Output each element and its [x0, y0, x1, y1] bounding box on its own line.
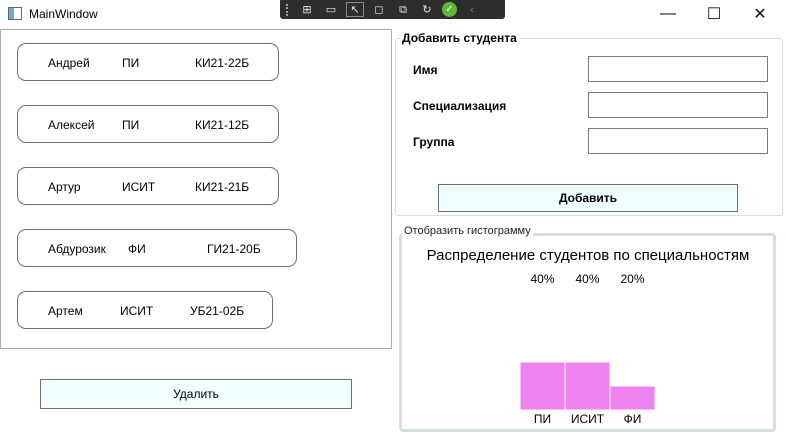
- maximize-button[interactable]: ☐: [691, 0, 737, 28]
- delete-button[interactable]: Удалить: [40, 379, 352, 409]
- debug-toolbar: ⊞ ▭ ↖ ◻ ⧉ ↻ ✓ ‹: [280, 0, 505, 19]
- track-focus-icon[interactable]: ⧉: [394, 2, 412, 17]
- student-item-andrey[interactable]: Андрей ПИ КИ21-22Б: [17, 43, 279, 81]
- student-specialization: ФИ: [128, 242, 146, 256]
- student-name: Абдурозик: [48, 242, 106, 256]
- student-group: УБ21-02Б: [190, 304, 245, 318]
- student-specialization: ПИ: [122, 56, 140, 70]
- student-group: ГИ21-20Б: [207, 242, 261, 256]
- data-label-1: 40%: [575, 272, 599, 286]
- student-specialization: ИСИТ: [122, 180, 156, 194]
- student-specialization: ПИ: [122, 118, 140, 132]
- add-student-title: Добавить студента: [400, 31, 519, 45]
- bar-2: [609, 385, 656, 411]
- x-tick-label-pi: ПИ: [533, 412, 552, 426]
- name-label: Имя: [413, 63, 438, 77]
- student-name: Алексей: [48, 118, 95, 132]
- check-icon[interactable]: ✓: [442, 2, 457, 17]
- data-label-0: 40%: [530, 272, 554, 286]
- app-window-icon: [8, 7, 22, 20]
- window-title: MainWindow: [29, 7, 98, 21]
- group-label: Группа: [413, 135, 455, 149]
- student-item-aleksey[interactable]: Алексей ПИ КИ21-12Б: [17, 105, 279, 143]
- bar-0: [519, 361, 566, 411]
- select-pointer-icon[interactable]: ↖: [346, 2, 364, 17]
- student-group: КИ21-12Б: [195, 118, 250, 132]
- student-specialization: ИСИТ: [120, 304, 154, 318]
- specialization-label: Специализация: [413, 99, 507, 113]
- histogram-groupbox-title: Отобразить гистограмму: [402, 225, 533, 237]
- student-group: КИ21-21Б: [195, 180, 250, 194]
- bar-1: [564, 361, 611, 411]
- histogram-plot: 40% 40% 20%: [519, 272, 656, 411]
- student-name: Артем: [48, 304, 83, 318]
- collapse-icon[interactable]: ‹: [463, 2, 481, 17]
- name-input[interactable]: [588, 56, 768, 82]
- histogram-svg: 40% 40% 20%: [519, 272, 656, 411]
- student-item-artem[interactable]: Артем ИСИТ УБ21-02Б: [17, 291, 273, 329]
- toolbar-grip-icon[interactable]: [286, 3, 292, 16]
- group-input[interactable]: [588, 128, 768, 154]
- minimize-button[interactable]: —: [645, 0, 691, 28]
- video-icon[interactable]: ▭: [322, 2, 340, 17]
- student-item-abdurozik[interactable]: Абдурозик ФИ ГИ21-20Б: [17, 229, 297, 267]
- hot-reload-icon[interactable]: ↻: [418, 2, 436, 17]
- data-label-2: 20%: [620, 272, 644, 286]
- student-name: Андрей: [48, 56, 90, 70]
- specialization-input[interactable]: [588, 92, 768, 118]
- x-tick-label-isit: ИСИТ: [570, 412, 605, 426]
- student-name: Артур: [48, 180, 81, 194]
- x-tick-label-fi: ФИ: [623, 412, 642, 426]
- close-button[interactable]: ✕: [737, 0, 783, 28]
- student-item-artur[interactable]: Артур ИСИТ КИ21-21Б: [17, 167, 279, 205]
- student-group: КИ21-22Б: [195, 56, 250, 70]
- display-layout-icon[interactable]: ◻: [370, 2, 388, 17]
- chart-title: Распределение студентов по специальностя…: [426, 247, 750, 264]
- add-button[interactable]: Добавить: [438, 184, 738, 212]
- live-tree-icon[interactable]: ⊞: [298, 2, 316, 17]
